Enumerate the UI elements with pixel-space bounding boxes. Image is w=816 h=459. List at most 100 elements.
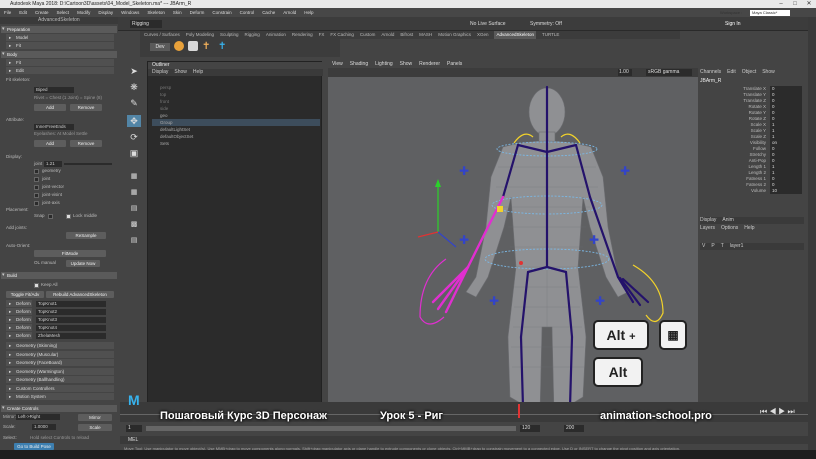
menu-item-cache[interactable]: Cache <box>262 10 275 15</box>
scale-button[interactable]: Scale <box>78 424 112 431</box>
geometry-row[interactable]: Geometry (Skinning) <box>6 342 114 349</box>
channel-menu-item[interactable]: Object <box>742 69 756 76</box>
menu-item-arnold[interactable]: Arnold <box>283 10 296 15</box>
layer-menu-item[interactable]: Layers <box>700 225 715 232</box>
shelf-tab[interactable]: Sculpting <box>220 31 239 39</box>
channel-attr[interactable]: Volume 10 <box>700 188 804 194</box>
sign-in-button[interactable]: Sign In <box>725 20 741 28</box>
joint-size-field[interactable]: 1.21 <box>44 161 62 167</box>
end-frame-field[interactable]: 120 <box>520 425 540 432</box>
lasso-tool-icon[interactable]: ❋ <box>127 81 141 93</box>
deform-field[interactable]: TopKnot2 <box>36 308 106 315</box>
workspace-selector[interactable]: Maya Classic* <box>750 10 790 16</box>
rebuild-button[interactable]: Rebuild AdvancedSkeleton <box>46 291 114 298</box>
shelf-tab[interactable]: Custom <box>360 31 376 39</box>
keep-all-checkbox[interactable] <box>34 283 39 288</box>
menu-item-skin[interactable]: Skin <box>173 10 182 15</box>
viewport-panel[interactable]: View Shading Lighting Show Renderer Panels 1.… <box>328 61 698 411</box>
mirror-select[interactable]: Left->Right <box>16 414 60 420</box>
deform-row[interactable]: Deform <box>6 324 32 331</box>
start-frame-field[interactable]: 1 <box>126 425 142 432</box>
geometry-row[interactable]: Motion System <box>6 393 114 400</box>
joint-size-slider[interactable] <box>64 163 112 165</box>
menu-item-file[interactable]: File <box>4 10 11 15</box>
range-end-field[interactable]: 200 <box>564 425 584 432</box>
menu-item-help[interactable]: Help <box>304 10 313 15</box>
resample-button[interactable]: ReSample <box>66 232 106 239</box>
close-icon[interactable]: ✕ <box>802 0 816 8</box>
viewport-menu-item[interactable]: Lighting <box>375 61 393 68</box>
body-icon[interactable]: ✝ <box>202 41 212 53</box>
deform-row[interactable]: Deform <box>6 300 32 307</box>
deform-row[interactable]: Deform <box>6 308 32 315</box>
shelf-btn-de[interactable]: Dev <box>150 43 170 51</box>
mode-selector[interactable]: Rigging <box>130 20 162 28</box>
minimize-icon[interactable]: – <box>774 0 788 8</box>
outliner-menu-item[interactable]: Display <box>152 69 168 76</box>
layout-single-icon[interactable]: ▦ <box>127 171 141 183</box>
geometry-row[interactable]: Geometry (Muscular) <box>6 350 114 358</box>
mirror-button[interactable]: Mirror <box>78 414 112 421</box>
viewport-menu-item[interactable]: Shading <box>350 61 368 68</box>
layer-tab[interactable]: Display <box>700 217 716 224</box>
layout-side-icon[interactable]: ▤ <box>127 203 141 215</box>
outliner-menu-item[interactable]: Help <box>193 69 203 76</box>
symmetry-label[interactable]: Symmetry: Off <box>530 20 562 28</box>
scale-tool-icon[interactable]: ▣ <box>127 147 141 159</box>
viewport-menu-item[interactable]: View <box>332 61 343 68</box>
color-space-select[interactable]: sRGB gamma <box>646 69 692 76</box>
subsection-fit[interactable]: Fit <box>6 42 114 49</box>
shelf-tab[interactable]: FX <box>319 31 325 39</box>
subsection-edit[interactable]: Edit <box>6 67 114 74</box>
menu-item-windows[interactable]: Windows <box>121 10 139 15</box>
viewport-menu-item[interactable]: Renderer <box>419 61 440 68</box>
shelf-tab[interactable]: MASH <box>419 31 432 39</box>
geometry-row[interactable]: Geometry (Ballhandling) <box>6 376 114 383</box>
channel-menu-item[interactable]: Edit <box>727 69 736 76</box>
range-bar[interactable] <box>146 426 516 431</box>
range-slider[interactable]: 1 120 200 <box>120 422 808 436</box>
joint-vector-checkbox[interactable] <box>34 185 39 190</box>
move-tool-icon[interactable]: ✥ <box>127 115 141 127</box>
current-frame-marker[interactable] <box>518 404 520 418</box>
joint-visint-checkbox[interactable] <box>34 193 39 198</box>
shelf-tab[interactable]: Arnold <box>381 31 394 39</box>
shelf-tab[interactable]: Rigging <box>245 31 260 39</box>
channel-attr-value[interactable]: 10 <box>770 188 802 194</box>
section-create-controls[interactable]: Create Controls <box>1 405 117 412</box>
add-attribute-button[interactable]: Add <box>34 140 66 147</box>
outliner-item[interactable]: Sets <box>152 140 320 147</box>
section-build[interactable]: Build <box>1 272 117 279</box>
fitmode-button[interactable]: FitMode <box>34 250 106 257</box>
menu-item-control[interactable]: Control <box>240 10 255 15</box>
channel-menu-item[interactable]: Show <box>762 69 775 76</box>
deform-row[interactable]: Deform <box>6 332 32 339</box>
outliner-item[interactable]: side <box>152 105 320 112</box>
attribute-select[interactable]: InnerFreeEnds <box>34 124 74 130</box>
outliner-item[interactable]: persp <box>152 84 320 91</box>
layer-visible-col[interactable]: V <box>702 243 705 250</box>
layout-four-icon[interactable]: ▦ <box>127 187 141 199</box>
fit-skeleton-select[interactable]: Biped <box>34 87 74 93</box>
outliner-menu-item[interactable]: Show <box>174 69 187 76</box>
toggle-fit-button[interactable]: Toggle Fit/Adv <box>6 291 44 298</box>
menu-item-edit[interactable]: Edit <box>19 10 27 15</box>
shelf-tab[interactable]: AdvancedSkeleton <box>494 31 536 39</box>
shelf-tab[interactable]: Motion Graphics <box>438 31 471 39</box>
layer-playback-col[interactable]: P <box>711 243 714 250</box>
remove-attribute-button[interactable]: Remove <box>70 140 102 147</box>
geometry-row[interactable]: Custom Controllers <box>6 384 114 392</box>
live-surface-label[interactable]: No Live Surface <box>470 20 506 28</box>
shelf-tab[interactable]: Animation <box>266 31 286 39</box>
skeleton-icon[interactable]: ✝ <box>218 41 228 53</box>
shelf-tab[interactable]: Bifrost <box>400 31 413 39</box>
shelf-tab[interactable]: XGen <box>477 31 489 39</box>
deform-field[interactable]: TopKnot3 <box>36 316 106 323</box>
joint-checkbox[interactable] <box>34 177 39 182</box>
layer-type-col[interactable]: T <box>721 243 724 250</box>
smiley-icon[interactable] <box>174 41 184 51</box>
outliner-item[interactable]: front <box>152 98 320 105</box>
maximize-icon[interactable]: □ <box>788 0 802 8</box>
command-line[interactable]: MEL <box>120 436 808 444</box>
deform-field[interactable]: TopKnot4 <box>36 324 106 331</box>
